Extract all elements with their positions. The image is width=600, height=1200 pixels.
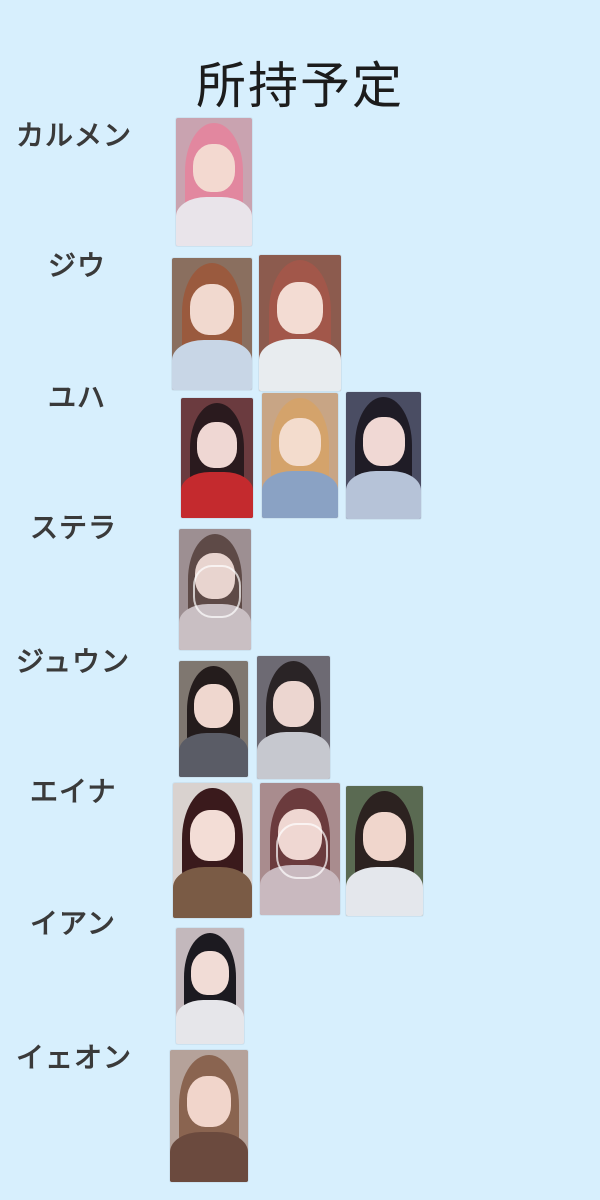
photo-outfit bbox=[173, 866, 252, 918]
photocard bbox=[181, 398, 253, 518]
member-name: ユハ bbox=[48, 381, 107, 414]
photocard bbox=[262, 393, 338, 518]
photo-face bbox=[362, 812, 407, 862]
photocard bbox=[259, 255, 341, 391]
photo-outfit bbox=[257, 732, 330, 779]
photo-overlay-decoration bbox=[193, 565, 241, 618]
photo-face bbox=[362, 417, 405, 466]
photo-face bbox=[277, 282, 323, 334]
photocard bbox=[172, 258, 252, 390]
photocard bbox=[179, 661, 248, 777]
photocard bbox=[179, 529, 251, 650]
photo-outfit bbox=[172, 339, 252, 390]
photo-outfit bbox=[346, 470, 421, 519]
photocard bbox=[260, 783, 340, 915]
member-name: イェオン bbox=[16, 1041, 133, 1074]
photo-outfit bbox=[262, 470, 338, 518]
member-name: イアン bbox=[30, 907, 116, 940]
photocard bbox=[173, 783, 252, 918]
photocard bbox=[257, 656, 330, 779]
photo-outfit bbox=[259, 339, 341, 391]
photo-face bbox=[190, 810, 235, 862]
member-name: ジュウン bbox=[16, 645, 131, 678]
photocard bbox=[176, 118, 252, 246]
photo-face bbox=[273, 680, 314, 728]
member-name: ジウ bbox=[48, 249, 107, 282]
member-name: エイナ bbox=[30, 775, 117, 808]
photo-outfit bbox=[179, 732, 248, 777]
photo-face bbox=[192, 143, 236, 193]
photo-outfit bbox=[346, 866, 423, 916]
member-name: カルメン bbox=[16, 119, 133, 152]
photocard bbox=[176, 928, 244, 1044]
photocard bbox=[346, 786, 423, 916]
photo-overlay-decoration bbox=[276, 822, 328, 880]
photo-face bbox=[187, 1076, 231, 1127]
photo-face bbox=[278, 418, 322, 466]
photo-face bbox=[196, 422, 238, 468]
member-name: ステラ bbox=[30, 511, 118, 544]
photo-face bbox=[190, 951, 230, 996]
photocard bbox=[346, 392, 421, 519]
photo-outfit bbox=[181, 472, 253, 518]
photo-face bbox=[189, 284, 235, 335]
photo-outfit bbox=[170, 1131, 248, 1182]
photo-outfit bbox=[176, 197, 252, 246]
photo-outfit bbox=[176, 999, 244, 1044]
page-title: 所持予定 bbox=[196, 57, 404, 115]
photocard bbox=[170, 1050, 248, 1182]
photo-face bbox=[194, 684, 233, 729]
